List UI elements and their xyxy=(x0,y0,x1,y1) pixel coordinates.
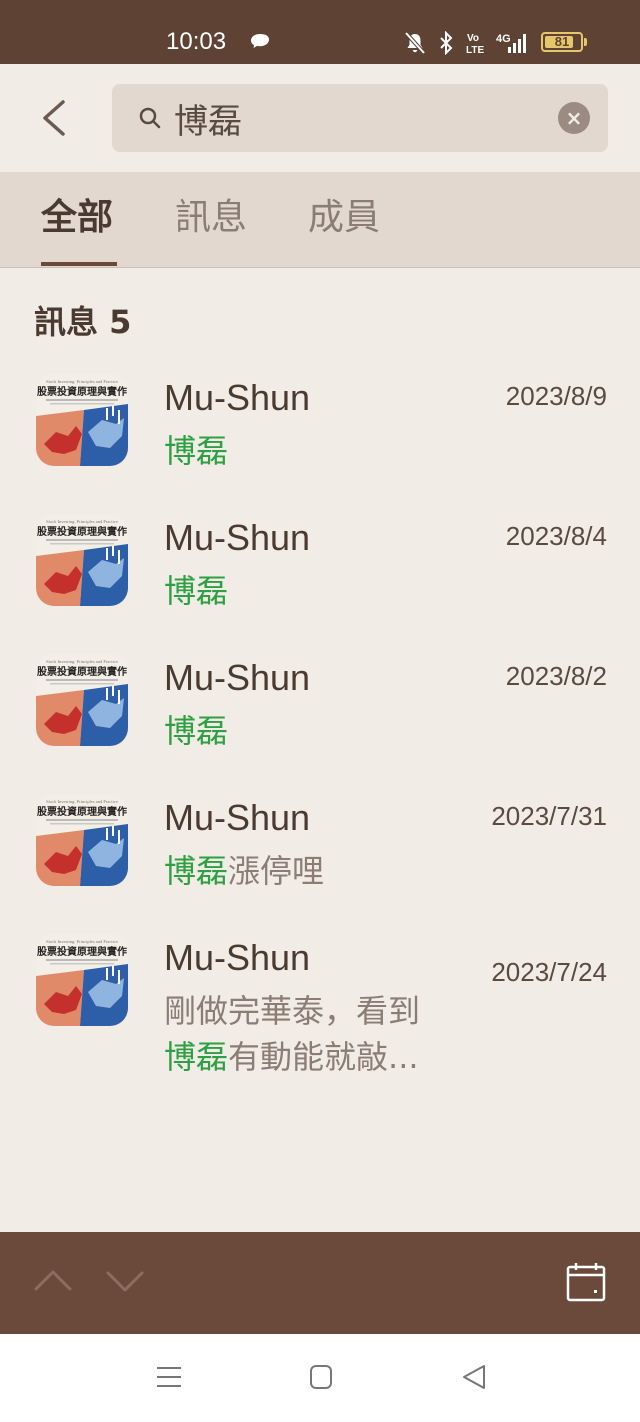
battery-icon: 81 xyxy=(541,32,583,52)
status-bar: 10:03 Vo LTE 4G 81 xyxy=(0,0,640,64)
battery-level: 81 xyxy=(554,34,570,49)
message-item[interactable]: Stock Investing: Principles and Practice… xyxy=(0,636,640,776)
tab-bar: 全部 訊息 成員 xyxy=(0,172,640,268)
message-item[interactable]: Stock Investing: Principles and Practice… xyxy=(0,356,640,496)
message-item[interactable]: Stock Investing: Principles and Practice… xyxy=(0,496,640,636)
bluetooth-icon xyxy=(440,31,453,55)
avatar: Stock Investing: Principles and Practice… xyxy=(36,794,128,886)
search-icon xyxy=(139,107,161,129)
search-input[interactable] xyxy=(174,96,544,140)
snippet-text-after: 有動能就敲... xyxy=(228,1038,419,1076)
svg-text:Stock Investing: Principles an: Stock Investing: Principles and Practice xyxy=(46,519,118,524)
message-date: 2023/8/4 xyxy=(505,521,607,551)
battery-tip xyxy=(584,38,587,46)
clear-search-button[interactable]: × xyxy=(558,102,590,134)
svg-text:股票投資原理與實作: 股票投資原理與實作 xyxy=(37,525,127,538)
message-date: 2023/7/24 xyxy=(491,957,607,987)
chat-notification-icon xyxy=(251,34,269,48)
search-match-highlight: 博磊 xyxy=(164,432,229,470)
message-item[interactable]: Stock Investing: Principles and Practice… xyxy=(0,776,640,916)
previous-result-button[interactable] xyxy=(34,1268,72,1292)
bottom-toolbar xyxy=(0,1232,640,1334)
mute-icon xyxy=(404,31,426,55)
section-title: 訊息 5 xyxy=(34,303,132,341)
status-time: 10:03 xyxy=(166,28,227,55)
message-date: 2023/7/31 xyxy=(491,801,607,831)
svg-text:4G: 4G xyxy=(496,33,511,45)
svg-text:LTE: LTE xyxy=(466,45,484,55)
sender-name: Mu-Shun xyxy=(164,517,311,558)
tab-members[interactable]: 成員 xyxy=(308,194,380,242)
back-nav-icon[interactable] xyxy=(462,1364,486,1390)
search-match-highlight: 博磊 xyxy=(164,852,229,890)
svg-text:Stock Investing: Principles an: Stock Investing: Principles and Practice xyxy=(46,379,118,384)
avatar: Stock Investing: Principles and Practice… xyxy=(36,514,128,606)
next-result-button[interactable] xyxy=(106,1270,144,1294)
snippet-text-before: 剛做完華泰，看到 xyxy=(164,992,421,1030)
message-snippet: 剛做完華泰，看到 博磊有動能就敲... xyxy=(164,988,454,1080)
sender-name: Mu-Shun xyxy=(164,937,311,978)
menu-icon[interactable] xyxy=(156,1364,182,1390)
svg-text:Stock Investing: Principles an: Stock Investing: Principles and Practice xyxy=(46,799,118,804)
svg-text:股票投資原理與實作: 股票投資原理與實作 xyxy=(37,665,127,678)
svg-text:Stock Investing: Principles an: Stock Investing: Principles and Practice xyxy=(46,659,118,664)
tab-all[interactable]: 全部 xyxy=(41,194,113,242)
svg-text:Stock Investing: Principles an: Stock Investing: Principles and Practice xyxy=(46,939,118,944)
sender-name: Mu-Shun xyxy=(164,377,311,418)
message-item[interactable]: Stock Investing: Principles and Practice… xyxy=(0,916,640,1076)
calendar-button[interactable] xyxy=(566,1262,606,1302)
active-tab-indicator xyxy=(41,262,117,266)
snippet-text-after: 漲停哩 xyxy=(228,852,325,890)
message-snippet: 博磊漲停哩 xyxy=(164,848,454,894)
avatar: Stock Investing: Principles and Practice… xyxy=(36,654,128,746)
volte-icon: Vo LTE xyxy=(466,33,484,55)
svg-text:股票投資原理與實作: 股票投資原理與實作 xyxy=(37,945,127,958)
tab-messages[interactable]: 訊息 xyxy=(175,194,247,242)
search-match-highlight: 博磊 xyxy=(164,712,229,750)
avatar: Stock Investing: Principles and Practice… xyxy=(36,374,128,466)
message-date: 2023/8/9 xyxy=(505,381,607,411)
search-match-highlight: 博磊 xyxy=(164,572,229,610)
svg-text:Vo: Vo xyxy=(467,33,479,44)
search-header: × xyxy=(0,64,640,172)
signal-4g-icon: 4G xyxy=(496,33,526,53)
message-snippet: 博磊 xyxy=(164,708,454,754)
system-navigation-bar xyxy=(0,1334,640,1422)
sender-name: Mu-Shun xyxy=(164,657,311,698)
sender-name: Mu-Shun xyxy=(164,797,311,838)
home-icon[interactable] xyxy=(309,1364,333,1390)
svg-text:股票投資原理與實作: 股票投資原理與實作 xyxy=(37,385,127,398)
message-snippet: 博磊 xyxy=(164,428,454,474)
message-snippet: 博磊 xyxy=(164,568,454,614)
svg-text:股票投資原理與實作: 股票投資原理與實作 xyxy=(37,805,127,818)
back-button[interactable] xyxy=(36,98,72,138)
search-match-highlight: 博磊 xyxy=(164,1038,229,1076)
avatar: Stock Investing: Principles and Practice… xyxy=(36,934,128,1026)
message-date: 2023/8/2 xyxy=(505,661,607,691)
search-box: × xyxy=(112,84,608,152)
